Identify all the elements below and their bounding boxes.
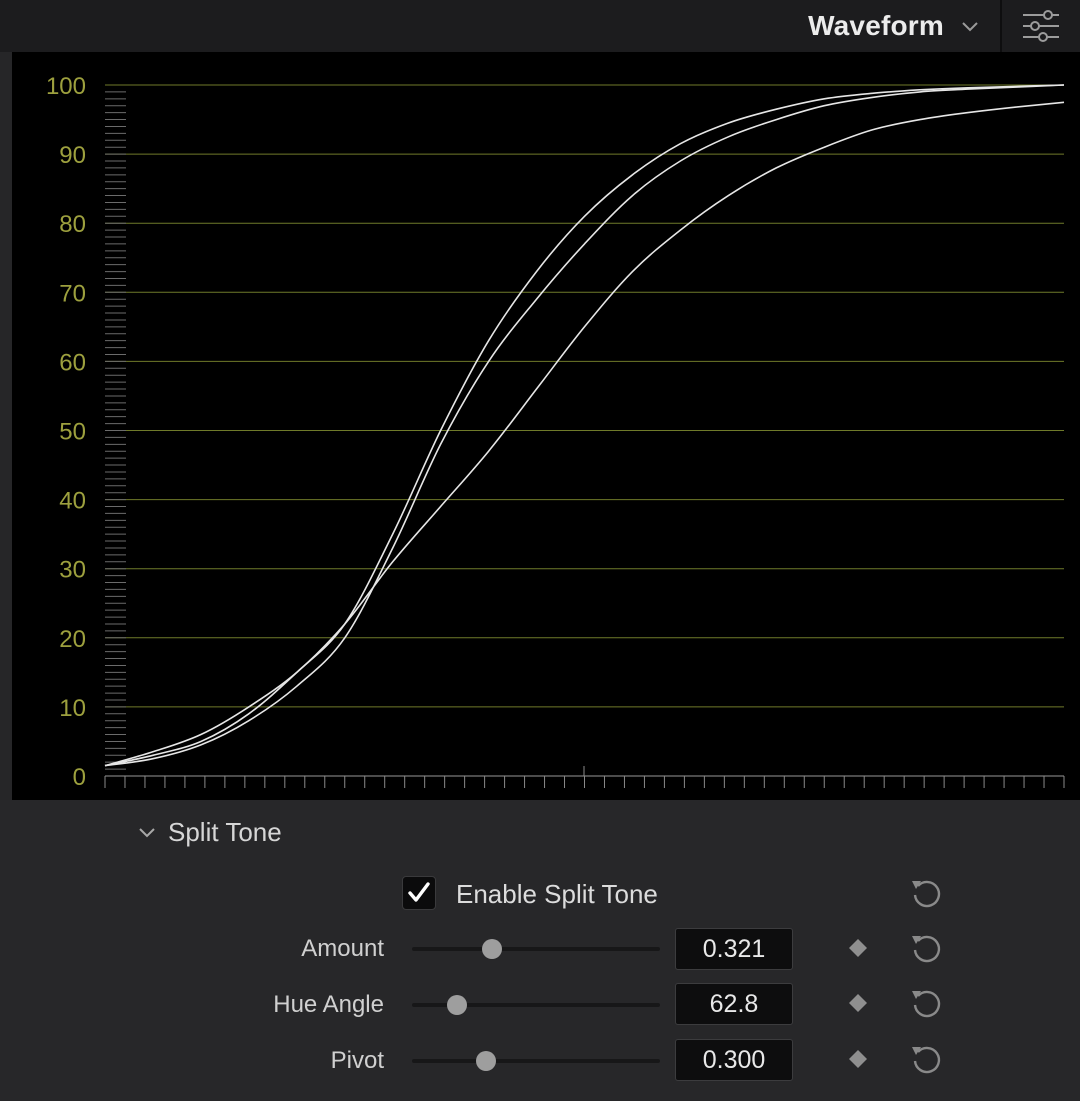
waveform-chart: 1009080706050403020100 <box>46 73 1065 791</box>
enable-split-tone-label: Enable Split Tone <box>456 879 658 909</box>
y-tick-label: 50 <box>59 419 86 446</box>
y-tick-label: 20 <box>59 626 86 653</box>
amount-reset-icon[interactable] <box>909 931 943 965</box>
chevron-down-icon <box>962 22 978 32</box>
checkmark-icon <box>408 882 430 902</box>
chevron-down-icon <box>139 828 155 838</box>
pivot-keyframe-icon[interactable] <box>848 1049 868 1069</box>
hue-angle-value-field[interactable]: 62.8 <box>675 983 793 1025</box>
enable-split-tone-checkbox[interactable] <box>402 876 436 910</box>
pivot-value-field[interactable]: 0.300 <box>675 1039 793 1081</box>
amount-value-field[interactable]: 0.321 <box>675 928 793 970</box>
hue-angle-keyframe-icon[interactable] <box>848 993 868 1013</box>
y-tick-label: 10 <box>59 695 86 722</box>
waveform-trace-2 <box>104 84 1065 767</box>
scope-options-button[interactable] <box>1002 0 1080 52</box>
scope-mode-dropdown[interactable]: Waveform <box>770 0 1000 52</box>
y-tick-label: 100 <box>46 73 86 100</box>
y-tick-label: 0 <box>73 764 86 791</box>
waveform-trace-3 <box>104 101 1065 767</box>
pivot-label: Pivot <box>330 1047 384 1074</box>
sliders-icon <box>1023 10 1059 42</box>
amount-label: Amount <box>301 935 384 962</box>
pivot-reset-icon[interactable] <box>909 1042 943 1076</box>
split-tone-section-header[interactable]: Split Tone <box>136 812 282 852</box>
reset-enable-icon[interactable] <box>909 876 943 910</box>
y-tick-label: 80 <box>59 211 86 238</box>
waveform-trace-1 <box>104 84 1065 767</box>
waveform-scope: 100 90 80 70 60 50 40 30 20 10 0 <box>12 52 1080 800</box>
y-tick-label: 60 <box>59 349 86 376</box>
pivot-slider[interactable] <box>412 1051 660 1071</box>
hue-angle-slider[interactable] <box>412 995 660 1015</box>
y-tick-label: 90 <box>59 142 86 169</box>
amount-slider[interactable] <box>412 939 660 959</box>
amount-slider-thumb[interactable] <box>481 939 502 959</box>
split-tone-title: Split Tone <box>168 816 282 847</box>
scope-header: Waveform <box>0 0 1080 52</box>
hue-angle-label: Hue Angle <box>273 991 384 1018</box>
y-tick-label: 40 <box>59 488 86 515</box>
amount-keyframe-icon[interactable] <box>848 938 868 958</box>
hue-angle-slider-thumb[interactable] <box>446 995 467 1015</box>
hue-angle-reset-icon[interactable] <box>909 986 943 1020</box>
y-tick-label: 70 <box>59 280 86 307</box>
y-tick-label: 30 <box>59 557 86 584</box>
scope-mode-label: Waveform <box>808 10 944 41</box>
